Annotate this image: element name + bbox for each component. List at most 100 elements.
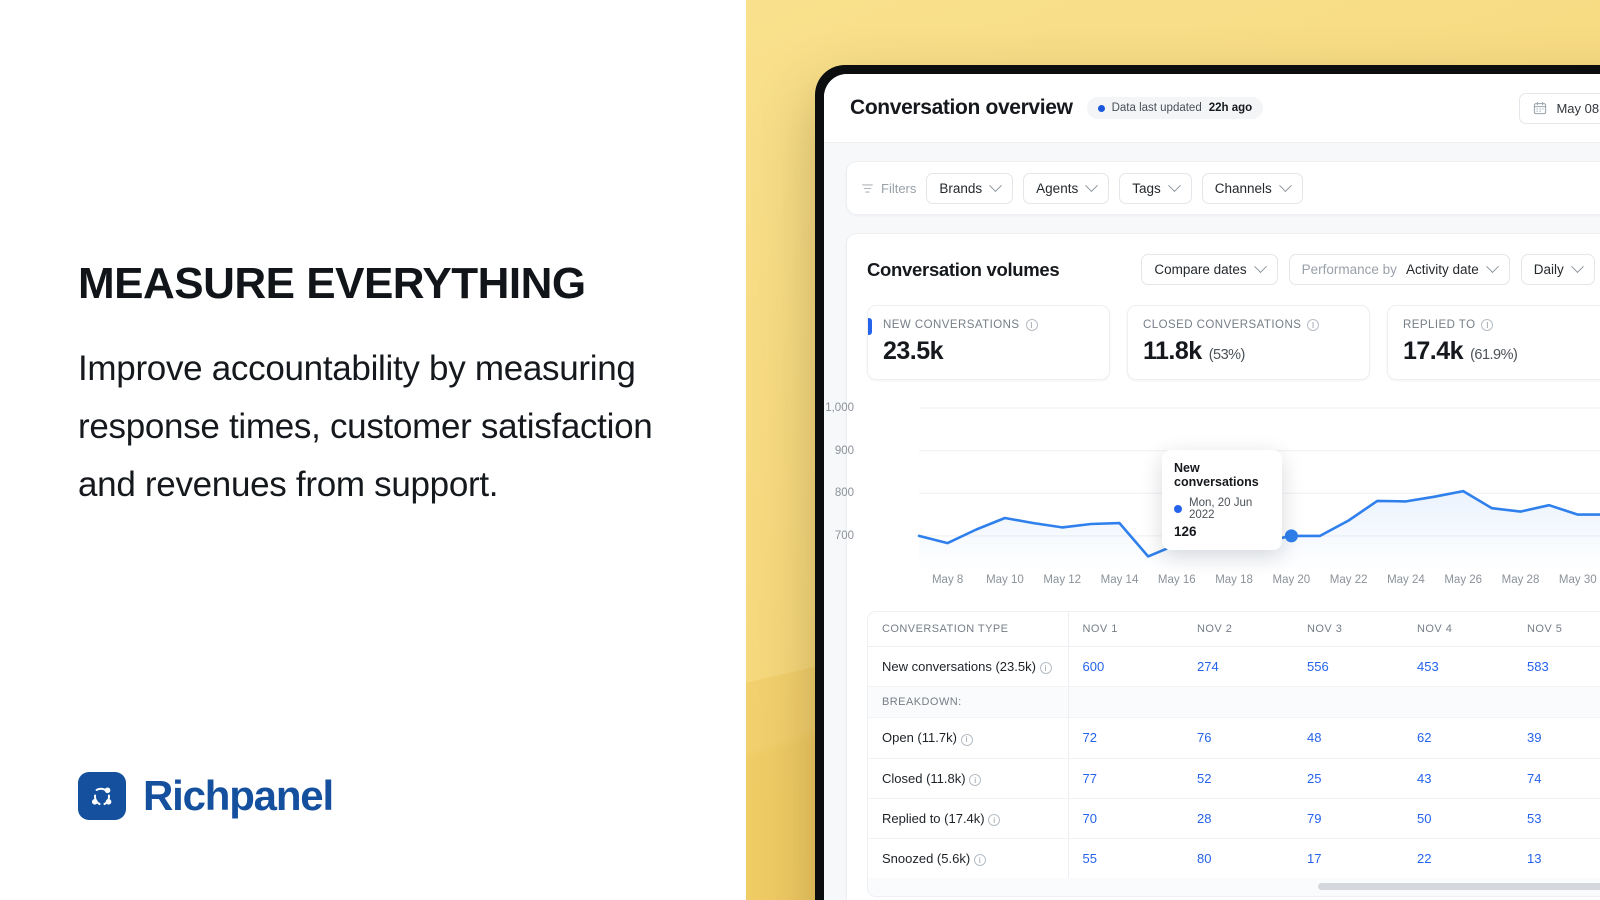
chevron-down-icon [1485, 260, 1499, 274]
filters-label: Filters [881, 180, 917, 196]
chart-x-tick: May 18 [1215, 574, 1253, 586]
table-row[interactable]: New conversations (23.5k) i 600 274 556 … [868, 646, 1600, 688]
stat-percent: (61.9%) [1470, 347, 1518, 363]
cell-value: 556 [1293, 646, 1403, 688]
chevron-down-icon [1085, 178, 1099, 192]
cell-value: 50 [1403, 798, 1513, 840]
breakdown-spacer [1403, 686, 1513, 719]
filters-bar: Filters Brands Agents Tags Channels [846, 161, 1600, 215]
filter-brands-dropdown[interactable]: Brands [926, 172, 1014, 204]
stat-label-group: CLOSED CONVERSATIONS i [1143, 319, 1369, 331]
stat-card-closed-conversations[interactable]: CLOSED CONVERSATIONS i 11.8k (53%) [1127, 305, 1370, 380]
chart-x-tick: May 26 [1444, 574, 1483, 586]
chart-y-tick: 900 [834, 444, 854, 457]
stat-label: CLOSED CONVERSATIONS [1143, 319, 1302, 331]
chart-y-tick: 700 [834, 529, 854, 542]
cell-value: 17 [1307, 851, 1322, 867]
stat-label: REPLIED TO [1403, 319, 1476, 331]
table-row[interactable]: Snoozed (5.6k) i 55 80 17 22 13 [868, 838, 1600, 879]
stat-card-replied-to[interactable]: REPLIED TO i 17.4k (61.9%) [1387, 305, 1600, 380]
breakdown-spacer [1183, 686, 1293, 719]
filter-tags-dropdown[interactable]: Tags [1119, 172, 1192, 204]
app-header: Conversation overview Data last updated … [824, 74, 1600, 143]
performance-by-dropdown[interactable]: Performance by Activity date [1288, 254, 1510, 285]
hero-background: Conversation overview Data last updated … [746, 0, 1600, 900]
stat-label-group: REPLIED TO i [1403, 319, 1600, 331]
col-nov-4: NOV 4 [1403, 612, 1513, 647]
info-icon[interactable]: i [1039, 662, 1052, 675]
stat-value-group: 23.5k [883, 337, 1109, 366]
chevron-down-icon [1570, 260, 1584, 274]
chart-x-tick: May 22 [1329, 574, 1368, 586]
chart-x-axis: May 8 May 10 May 12 May 14 May 16 May 18 May 2… [867, 574, 1600, 590]
chart-y-tick: 800 [834, 487, 854, 500]
cell-value: 48 [1293, 717, 1403, 759]
filter-brands-label: Brands [939, 180, 983, 196]
filter-icon [862, 183, 873, 193]
chart-y-tick: 1,000 [825, 402, 854, 414]
data-updated-badge: Data last updated 22h ago [1086, 97, 1264, 119]
info-icon[interactable]: i [988, 814, 1001, 826]
cell-value: 53 [1513, 798, 1600, 840]
cell-value: 77 [1068, 758, 1183, 799]
tooltip-date-row: Mon, 20 Jun 2022 [1174, 497, 1270, 521]
col-nov-3: NOV 3 [1293, 612, 1403, 647]
date-range-value: May 08 2022 - Jun 0 [1556, 100, 1600, 116]
compare-dates-label: Compare dates [1154, 262, 1247, 277]
chart-x-tick: May 8 [931, 574, 964, 586]
info-icon[interactable]: i [969, 773, 982, 786]
cell-value: 72 [1068, 717, 1183, 759]
info-icon[interactable]: i [973, 854, 986, 867]
cell-value: 74 [1513, 758, 1600, 799]
stat-value-group: 11.8k (53%) [1143, 337, 1369, 366]
marketing-subcopy: Improve accountability by measuring resp… [78, 349, 653, 504]
chart-tooltip: New conversations Mon, 20 Jun 2022 126 [1162, 450, 1282, 550]
stat-card-new-conversations[interactable]: NEW CONVERSATIONS i 23.5k [867, 305, 1110, 380]
tooltip-date: Mon, 20 Jun 2022 [1189, 497, 1253, 521]
compare-dates-dropdown[interactable]: Compare dates [1141, 254, 1278, 285]
row-name-wrap: New conversations (23.5k) i [882, 659, 1052, 675]
table-row[interactable]: Closed (11.8k) i 77 52 25 43 74 [868, 758, 1600, 799]
row-name-wrap: Replied to (17.4k) i [882, 811, 1001, 826]
info-icon[interactable]: i [1307, 319, 1320, 331]
row-name-cell: Open (11.7k) i [868, 717, 1069, 759]
cell-value: 13 [1527, 851, 1542, 867]
date-range-picker[interactable]: May 08 2022 - Jun 0 [1519, 92, 1600, 124]
tooltip-title: New conversations [1174, 461, 1259, 489]
row-name-wrap: Open (11.7k) i [882, 730, 973, 746]
cell-value: 80 [1197, 851, 1212, 867]
filter-channels-dropdown[interactable]: Channels [1201, 172, 1303, 204]
breakdown-label: BREAKDOWN: [868, 686, 1069, 719]
chart-x-tick: May 24 [1387, 574, 1425, 586]
info-icon[interactable]: i [960, 733, 973, 746]
conversation-volumes-chart[interactable]: 700 800 900 1,000 May 8 May 10 May 12 May 14 Ma… [825, 398, 1600, 593]
table-breakdown-divider: BREAKDOWN: [868, 686, 1600, 719]
stat-label: NEW CONVERSATIONS [883, 319, 1020, 331]
row-name-cell: New conversations (23.5k) i [868, 646, 1069, 688]
filter-tags-label: Tags [1132, 180, 1161, 196]
scrollbar-thumb[interactable] [1317, 883, 1600, 891]
stat-value: 23.5k [883, 337, 944, 365]
chevron-down-icon [1167, 178, 1181, 192]
chart-x-tick: May 30 [1558, 574, 1597, 586]
cell-value: 55 [1082, 851, 1097, 867]
cell-value: 52 [1183, 758, 1293, 799]
table-horizontal-scrollbar[interactable] [868, 878, 1600, 897]
table-body: New conversations (23.5k) i 600 274 556 … [868, 646, 1600, 879]
richpanel-logo-icon [78, 772, 126, 820]
status-dot-icon [1097, 104, 1105, 112]
granularity-dropdown[interactable]: Daily [1520, 254, 1595, 285]
cell-value: 600 [1068, 646, 1183, 688]
chart-x-tick: May 10 [986, 574, 1024, 586]
table-row[interactable]: Replied to (17.4k) i 70 28 79 50 53 [868, 798, 1600, 840]
info-icon[interactable]: i [1481, 319, 1494, 331]
data-updated-label: Data last updated [1111, 102, 1202, 114]
granularity-label: Daily [1533, 262, 1564, 277]
row-label: New conversations (23.5k) [882, 659, 1036, 674]
filter-agents-dropdown[interactable]: Agents [1023, 172, 1110, 204]
conversation-volumes-card: Conversation volumes Compare dates Perfo… [825, 233, 1600, 900]
cell-value: 76 [1183, 717, 1293, 759]
info-icon[interactable]: i [1025, 319, 1038, 331]
table-row[interactable]: Open (11.7k) i 72 76 48 62 39 [868, 717, 1600, 759]
cell-value: 70 [1068, 798, 1183, 840]
